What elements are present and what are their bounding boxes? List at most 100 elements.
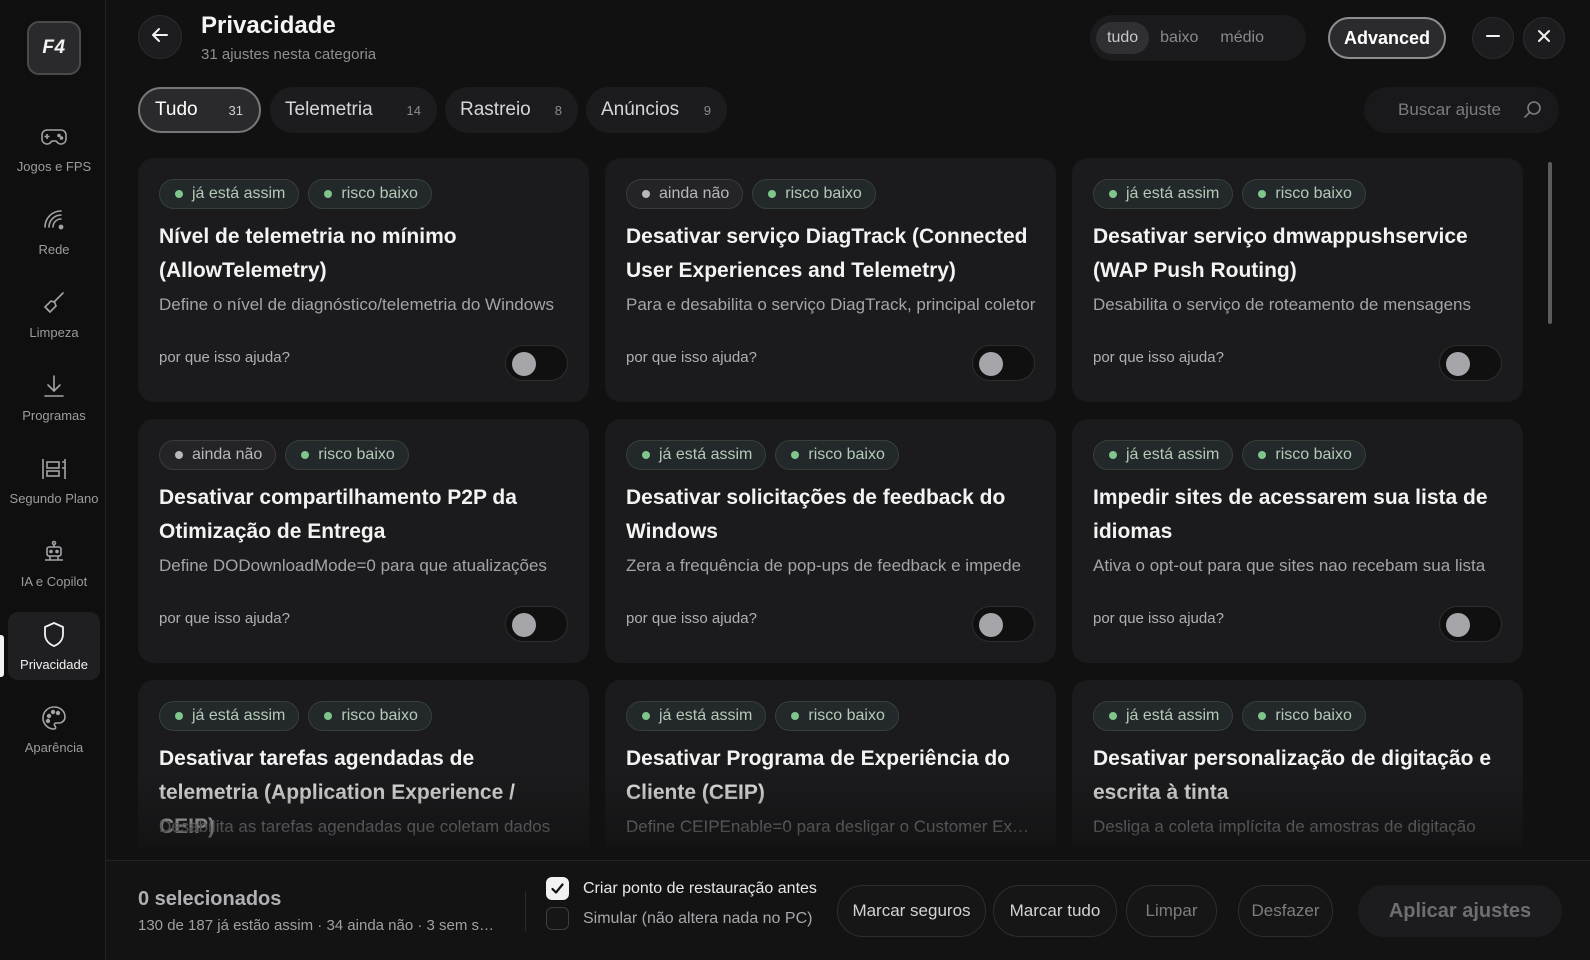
simulate-checkbox[interactable] — [546, 907, 569, 930]
setting-toggle[interactable] — [1439, 606, 1502, 642]
simulate-option[interactable]: Simular (não altera nada no PC) — [546, 907, 812, 930]
search-input[interactable] — [1398, 100, 1518, 120]
setting-toggle[interactable] — [972, 345, 1035, 381]
status-badge-label: já está assim — [192, 707, 286, 724]
why-it-helps-link[interactable]: por que isso ajuda? — [626, 349, 757, 366]
risk-badge: risco baixo — [775, 701, 899, 731]
mark-all-button[interactable]: Marcar tudo — [993, 885, 1117, 937]
risk-badge-label: risco baixo — [1275, 185, 1352, 202]
tab-telemetria[interactable]: Telemetria 14 — [270, 87, 437, 133]
footer-divider — [525, 891, 526, 931]
setting-toggle[interactable] — [972, 606, 1035, 642]
why-it-helps-link[interactable]: por que isso ajuda? — [159, 349, 290, 366]
tab-count: 9 — [703, 102, 711, 118]
setting-toggle[interactable] — [1439, 345, 1502, 381]
badge-row: ainda não risco baixo — [159, 440, 409, 470]
risk-dot-icon — [791, 451, 800, 459]
why-it-helps-link[interactable]: por que isso ajuda? — [1093, 610, 1224, 627]
setting-toggle[interactable] — [505, 606, 568, 642]
risk-filter-tudo[interactable]: tudo — [1096, 22, 1150, 54]
card-description: Para e desabilita o serviço DiagTrack, p… — [626, 295, 1036, 314]
advanced-button[interactable]: Advanced — [1328, 17, 1446, 59]
risk-filter-medio[interactable]: médio — [1209, 22, 1275, 54]
undo-button[interactable]: Desfazer — [1238, 885, 1333, 937]
risk-filter-baixo[interactable]: baixo — [1149, 22, 1209, 54]
setting-card[interactable]: já está assim risco baixo Desativar person… — [1072, 680, 1523, 847]
restore-point-option[interactable]: Criar ponto de restauração antes — [546, 877, 817, 900]
risk-dot-icon — [791, 712, 800, 720]
setting-card[interactable]: já está assim risco baixo Desativar tarefa… — [138, 680, 589, 847]
setting-toggle[interactable] — [505, 345, 568, 381]
restore-point-checkbox[interactable] — [546, 877, 569, 900]
tab-count: 8 — [554, 102, 562, 118]
risk-dot-icon — [301, 451, 310, 459]
tab-rastreio[interactable]: Rastreio 8 — [445, 87, 578, 133]
card-description: Desabilita o serviço de roteamento de me… — [1093, 295, 1471, 314]
setting-card[interactable]: já está assim risco baixo Impedir sites de… — [1072, 419, 1523, 663]
clear-button[interactable]: Limpar — [1126, 885, 1217, 937]
sidebar-item-label: Jogos e FPS — [16, 158, 92, 174]
card-description: Define CEIPEnable=0 para desligar o Cust… — [626, 817, 1036, 836]
broom-icon — [40, 289, 68, 317]
tab-label: Telemetria — [285, 99, 373, 120]
robot-icon — [40, 538, 68, 566]
badge-row: já está assim risco baixo — [626, 701, 899, 731]
setting-card[interactable]: ainda não risco baixo Desativar compartilh… — [138, 419, 589, 663]
status-badge-label: já está assim — [659, 707, 753, 724]
why-it-helps-link[interactable]: por que isso ajuda? — [626, 610, 757, 627]
card-description: Define o nível de diagnóstico/telemetria… — [159, 295, 554, 314]
minimize-button[interactable] — [1472, 17, 1514, 59]
badge-row: já está assim risco baixo — [626, 440, 899, 470]
status-badge: ainda não — [626, 179, 744, 209]
sidebar-item-ia-copilot[interactable]: IA e Copilot — [8, 529, 100, 597]
sidebar-item-segundo-plano[interactable]: Segundo Plano — [8, 446, 100, 514]
background-tasks-icon — [40, 455, 68, 483]
tab-anuncios[interactable]: Anúncios 9 — [586, 87, 727, 133]
sidebar-item-aparencia[interactable]: Aparência — [8, 695, 100, 763]
status-badge: já está assim — [1093, 440, 1234, 470]
mark-safe-button[interactable]: Marcar seguros — [837, 885, 986, 937]
status-badge: já está assim — [626, 440, 767, 470]
status-badge-label: já está assim — [1126, 707, 1220, 724]
footer-bar: 0 selecionados 130 de 187 já estão assim… — [106, 860, 1590, 960]
close-button[interactable] — [1523, 17, 1565, 59]
tab-tudo[interactable]: Tudo 31 — [138, 87, 261, 133]
setting-card[interactable]: já está assim risco baixo Nível de telemet… — [138, 158, 589, 402]
badge-row: já está assim risco baixo — [159, 701, 432, 731]
status-badge-label: já está assim — [1126, 185, 1220, 202]
status-dot-icon — [175, 451, 183, 459]
sidebar-item-programas[interactable]: Programas — [8, 363, 100, 431]
gamepad-icon — [40, 123, 68, 151]
back-button[interactable] — [138, 15, 182, 59]
risk-badge: risco baixo — [1242, 440, 1366, 470]
sidebar-item-label: Limpeza — [29, 324, 79, 340]
shield-icon — [40, 621, 68, 649]
card-title: Desativar Programa de Experiência do Cli… — [626, 747, 1010, 804]
sidebar-item-rede[interactable]: Rede — [8, 197, 100, 265]
minimize-icon — [1485, 28, 1501, 49]
setting-card[interactable]: ainda não risco baixo Desativar serviço Di… — [605, 158, 1056, 402]
selected-count: 0 selecionados — [138, 888, 282, 910]
sidebar-item-limpeza[interactable]: Limpeza — [8, 280, 100, 348]
apply-button[interactable]: Aplicar ajustes — [1358, 885, 1562, 937]
scrollbar-thumb[interactable] — [1548, 162, 1552, 324]
why-it-helps-link[interactable]: por que isso ajuda? — [1093, 349, 1224, 366]
card-title: Nível de telemetria no mínimo (AllowTele… — [159, 225, 457, 282]
tab-count: 14 — [406, 102, 421, 118]
setting-card[interactable]: já está assim risco baixo Desativar solici… — [605, 419, 1056, 663]
why-it-helps-link[interactable]: por que isso ajuda? — [159, 610, 290, 627]
search-icon[interactable] — [1523, 100, 1543, 125]
sidebar-item-jogos-fps[interactable]: Jogos e FPS — [8, 114, 100, 182]
setting-card[interactable]: já está assim risco baixo Desativar serviç… — [1072, 158, 1523, 402]
risk-dot-icon — [1258, 712, 1267, 720]
card-description: Ativa o opt-out para que sites nao receb… — [1093, 556, 1486, 575]
active-indicator — [0, 635, 4, 677]
status-summary: 130 de 187 já estão assim · 34 ainda não… — [138, 917, 500, 934]
risk-badge-label: risco baixo — [808, 446, 885, 463]
sidebar-item-privacidade[interactable]: Privacidade — [8, 612, 100, 680]
status-dot-icon — [642, 190, 650, 198]
setting-card[interactable]: já está assim risco baixo Desativar Progra… — [605, 680, 1056, 847]
card-title: Desativar solicitações de feedback do Wi… — [626, 486, 1006, 543]
badge-row: já está assim risco baixo — [1093, 440, 1366, 470]
sidebar-item-label: Programas — [22, 407, 86, 423]
